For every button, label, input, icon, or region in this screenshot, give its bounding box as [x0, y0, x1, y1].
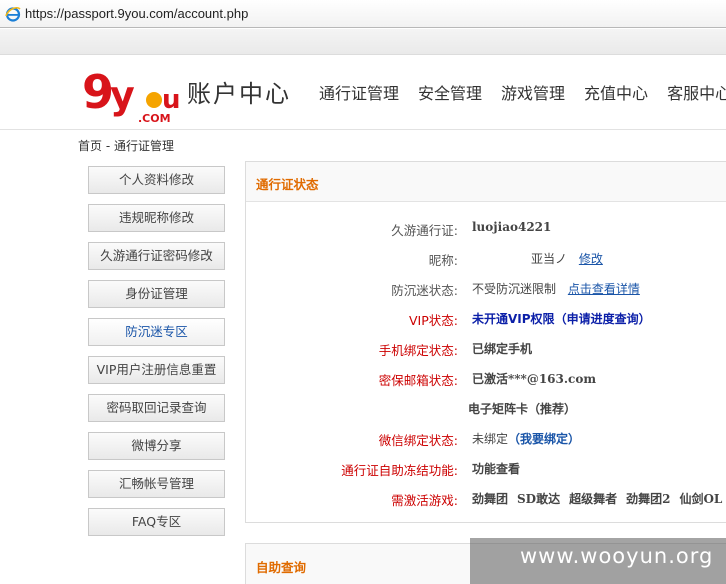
- value-vip: 未开通VIP权限（申请进度查询）: [472, 310, 651, 327]
- svg-text:y: y: [110, 73, 135, 117]
- value-email: 已激活***@163.com: [472, 372, 597, 386]
- row-nickname: 昵称: 亚当ノ 修改: [246, 250, 726, 270]
- value-anti-addiction: 不受防沉迷限制 点击查看详情: [472, 280, 640, 297]
- sidebar-item-recovery-log[interactable]: 密码取回记录查询: [88, 394, 225, 422]
- freeze-view-link[interactable]: 功能查看: [472, 460, 520, 477]
- sidebar-item-vip-reset[interactable]: VIP用户注册信息重置: [88, 356, 225, 384]
- nav-games[interactable]: 游戏管理: [501, 80, 565, 104]
- status-panel-header: 通行证状态: [246, 162, 726, 202]
- label-anti-addiction: 防沉迷状态:: [391, 283, 458, 298]
- site-title: 账户中心: [187, 80, 291, 108]
- nav-recharge[interactable]: 充值中心: [584, 80, 648, 104]
- label-wechat: 微信绑定状态:: [378, 433, 458, 448]
- sidebar-item-nickname[interactable]: 违规昵称修改: [88, 204, 225, 232]
- nickname-text: 亚当ノ: [531, 252, 568, 266]
- sidebar-item-profile[interactable]: 个人资料修改: [88, 166, 225, 194]
- nav-passport[interactable]: 通行证管理: [319, 80, 399, 104]
- site-header: 9 y u .COM 账户中心 通行证管理 安全管理 游戏管理 充值中心 客服中心: [0, 56, 726, 130]
- sidebar-item-anti-addiction[interactable]: 防沉迷专区: [88, 318, 225, 346]
- nav-security[interactable]: 安全管理: [418, 80, 482, 104]
- game-link-4[interactable]: 劲舞团2: [626, 492, 670, 506]
- label-nickname: 昵称:: [428, 253, 458, 268]
- vip-text: 未开通VIP权限: [472, 312, 555, 326]
- value-wechat: 未绑定（我要绑定）: [472, 430, 580, 447]
- row-games: 需激活游戏: 劲舞团 SD敢达 超级舞者 劲舞团2 仙剑OL: [246, 490, 726, 510]
- row-matrix-card: 电子矩阵卡（推荐）: [246, 400, 726, 420]
- query-panel-title: 自助查询: [256, 560, 307, 575]
- row-phone: 手机绑定状态: 已绑定手机: [246, 340, 726, 360]
- sidebar: 个人资料修改 违规昵称修改 久游通行证密码修改 身份证管理 防沉迷专区 VIP用…: [88, 166, 225, 546]
- row-vip: VIP状态: 未开通VIP权限（申请进度查询）: [246, 310, 726, 330]
- ie-icon: [5, 7, 21, 22]
- anti-addiction-text: 不受防沉迷限制: [472, 282, 557, 296]
- anti-addiction-detail-link[interactable]: 点击查看详情: [568, 282, 640, 296]
- svg-text:u: u: [162, 85, 180, 115]
- wechat-bind-link[interactable]: （我要绑定）: [508, 432, 580, 446]
- row-wechat: 微信绑定状态: 未绑定（我要绑定）: [246, 430, 726, 450]
- vip-progress-link[interactable]: （申请进度查询）: [555, 312, 651, 326]
- status-panel: 通行证状态 久游通行证: luojiao4221 昵称: 亚当ノ 修改 防沉迷状…: [245, 161, 726, 523]
- watermark-text: www.wooyun.org: [520, 544, 714, 568]
- game-link-5[interactable]: 仙剑OL: [679, 492, 722, 506]
- value-phone: 已绑定手机: [472, 342, 533, 356]
- sidebar-item-faq[interactable]: FAQ专区: [88, 508, 225, 536]
- row-passport: 久游通行证: luojiao4221: [246, 220, 726, 240]
- sidebar-item-password[interactable]: 久游通行证密码修改: [88, 242, 225, 270]
- games-list: 劲舞团 SD敢达 超级舞者 劲舞团2 仙剑OL: [472, 490, 726, 507]
- label-phone: 手机绑定状态:: [378, 343, 458, 358]
- game-link-3[interactable]: 超级舞者: [569, 492, 617, 506]
- 9you-logo[interactable]: 9 y u .COM: [80, 64, 180, 124]
- value-passport: luojiao4221: [472, 220, 552, 234]
- url-text[interactable]: https://passport.9you.com/account.php: [25, 6, 248, 21]
- value-nickname: 亚当ノ 修改: [531, 250, 603, 267]
- watermark: www.wooyun.org: [470, 538, 726, 584]
- label-passport: 久游通行证:: [391, 223, 458, 238]
- row-email: 密保邮箱状态: 已激活***@163.com: [246, 370, 726, 390]
- wechat-text: 未绑定: [472, 432, 509, 446]
- address-bar[interactable]: https://passport.9you.com/account.php: [0, 0, 726, 28]
- nav-service[interactable]: 客服中心: [667, 80, 726, 104]
- label-freeze: 通行证自助冻结功能:: [341, 463, 458, 478]
- label-vip: VIP状态:: [409, 313, 458, 328]
- game-link-2[interactable]: SD敢达: [517, 492, 560, 506]
- row-anti-addiction: 防沉迷状态: 不受防沉迷限制 点击查看详情: [246, 280, 726, 300]
- breadcrumb[interactable]: 首页 - 通行证管理: [78, 137, 174, 154]
- game-link-1[interactable]: 劲舞团: [472, 492, 508, 506]
- sidebar-item-weibo[interactable]: 微博分享: [88, 432, 225, 460]
- sidebar-item-huichang[interactable]: 汇畅帐号管理: [88, 470, 225, 498]
- sidebar-item-idcard[interactable]: 身份证管理: [88, 280, 225, 308]
- nickname-edit-link[interactable]: 修改: [579, 252, 603, 266]
- label-games: 需激活游戏:: [391, 493, 458, 508]
- svg-text:.COM: .COM: [138, 112, 171, 124]
- main-nav: 通行证管理 安全管理 游戏管理 充值中心 客服中心: [319, 80, 726, 104]
- row-freeze: 通行证自助冻结功能: 功能查看: [246, 460, 726, 480]
- matrix-card-link[interactable]: 电子矩阵卡（推荐）: [468, 400, 576, 417]
- label-email: 密保邮箱状态:: [378, 373, 458, 388]
- toolbar-band: [0, 29, 726, 55]
- status-panel-title: 通行证状态: [256, 177, 319, 192]
